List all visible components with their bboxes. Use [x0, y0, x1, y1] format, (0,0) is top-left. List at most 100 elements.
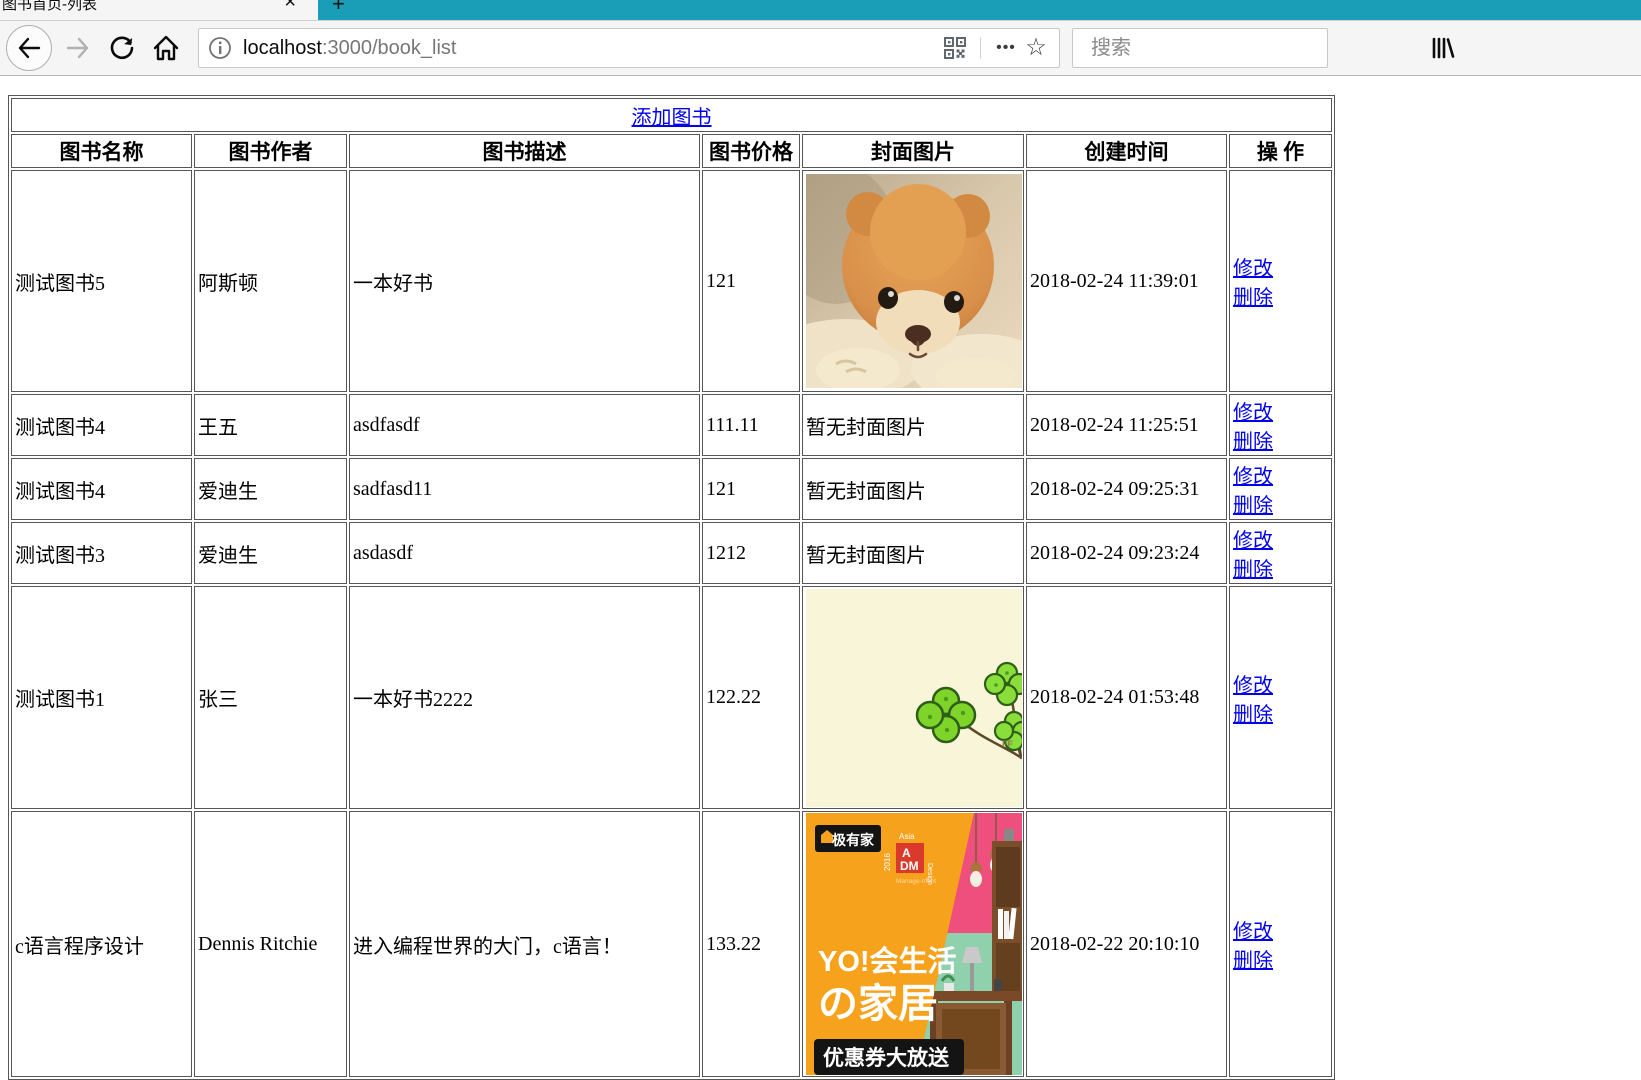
- book-author-cell: 阿斯顿: [194, 170, 347, 392]
- back-button[interactable]: [6, 25, 52, 71]
- add-book-link[interactable]: 添加图书: [632, 107, 712, 129]
- book-name-cell: 测试图书4: [11, 394, 192, 456]
- ad-adm-a: A: [902, 846, 911, 860]
- created-time-cell: 2018-02-24 09:25:31: [1026, 458, 1227, 520]
- ellipsis-icon: •••: [996, 39, 1016, 57]
- url-text: localhost:3000/book_list: [243, 37, 940, 60]
- titlebar-accent: +: [318, 0, 1641, 20]
- no-cover-text: 暂无封面图片: [806, 417, 926, 439]
- page-actions-button[interactable]: •••: [991, 33, 1021, 63]
- new-tab-button[interactable]: +: [332, 0, 345, 12]
- edit-link[interactable]: 修改: [1233, 258, 1273, 280]
- actions-cell: 修改删除: [1229, 811, 1332, 1077]
- qr-extension-button[interactable]: [940, 33, 970, 63]
- delete-link[interactable]: 删除: [1233, 950, 1273, 972]
- book-author-cell: Dennis Ritchie: [194, 811, 347, 1077]
- book-desc-cell: asdfasdf: [349, 394, 700, 456]
- delete-link[interactable]: 删除: [1233, 431, 1273, 453]
- delete-link[interactable]: 删除: [1233, 287, 1273, 309]
- page-content: 添加图书 图书名称图书作者图书描述图书价格封面图片创建时间操 作 测试图书5 阿…: [0, 95, 1641, 1080]
- ad-adm-dm: DM: [900, 859, 919, 873]
- tab-title: 图书首页-列表: [2, 0, 264, 14]
- dog-photo-cover: [806, 174, 1022, 388]
- table-row: 测试图书4 爱迪生 sadfasd11 121 暂无封面图片 2018-02-2…: [11, 458, 1332, 520]
- cover-cell: 暂无封面图片: [802, 458, 1024, 520]
- browser-tab[interactable]: 图书首页-列表 ×: [0, 0, 300, 20]
- column-header: 操 作: [1229, 134, 1332, 168]
- book-desc-cell: 进入编程世界的大门，c语言！: [349, 811, 700, 1077]
- back-arrow-icon: [16, 35, 42, 61]
- ad-mgmt-label: Manage-ment: [896, 878, 936, 885]
- book-price-cell: 121: [702, 458, 800, 520]
- tab-close-icon[interactable]: ×: [284, 0, 296, 12]
- ad-asia-label: Asia: [899, 832, 915, 841]
- book-price-cell: 122.22: [702, 586, 800, 809]
- no-cover-text: 暂无封面图片: [806, 481, 926, 503]
- search-box[interactable]: [1072, 28, 1328, 68]
- column-header: 封面图片: [802, 134, 1024, 168]
- actions-cell: 修改删除: [1229, 586, 1332, 809]
- book-name-cell: 测试图书3: [11, 522, 192, 584]
- table-row: 测试图书1 张三 一本好书2222 122.22 FF 2018-02-24 0…: [11, 586, 1332, 809]
- book-price-cell: 1212: [702, 522, 800, 584]
- url-bar[interactable]: localhost:3000/book_list •••: [198, 28, 1060, 68]
- cover-cell: 暂无封面图片: [802, 394, 1024, 456]
- cover-cell: FF: [802, 586, 1024, 809]
- actions-cell: 修改删除: [1229, 394, 1332, 456]
- book-name-cell: 测试图书1: [11, 586, 192, 809]
- column-header: 图书作者: [194, 134, 347, 168]
- home-icon: [152, 34, 180, 62]
- reload-button[interactable]: [104, 30, 140, 66]
- url-path: :3000/book_list: [322, 37, 457, 59]
- ad-year-label: 2016: [883, 853, 892, 871]
- browser-toolbar: localhost:3000/book_list •••: [0, 20, 1641, 76]
- edit-link[interactable]: 修改: [1233, 466, 1273, 488]
- clover-watermark: FF: [1002, 739, 1013, 749]
- edit-link[interactable]: 修改: [1233, 530, 1273, 552]
- table-row: c语言程序设计 Dennis Ritchie 进入编程世界的大门，c语言！ 13…: [11, 811, 1332, 1077]
- ad-banner-label: 优惠券大放送: [823, 1046, 950, 1070]
- created-time-cell: 2018-02-22 20:10:10: [1026, 811, 1227, 1077]
- table-row: 测试图书5 阿斯顿 一本好书 121 20: [11, 170, 1332, 392]
- book-author-cell: 爱迪生: [194, 458, 347, 520]
- cover-cell: 暂无封面图片: [802, 522, 1024, 584]
- column-header: 创建时间: [1026, 134, 1227, 168]
- book-name-cell: c语言程序设计: [11, 811, 192, 1077]
- edit-link[interactable]: 修改: [1233, 675, 1273, 697]
- column-header: 图书价格: [702, 134, 800, 168]
- edit-link[interactable]: 修改: [1233, 402, 1273, 424]
- edit-link[interactable]: 修改: [1233, 921, 1273, 943]
- delete-link[interactable]: 删除: [1233, 704, 1273, 726]
- ad-headline-line1: YO!会生活: [818, 945, 957, 978]
- qr-code-icon: [944, 37, 966, 59]
- ad-headline-line2: の家居: [818, 982, 938, 1026]
- home-button[interactable]: [148, 30, 184, 66]
- no-cover-text: 暂无封面图片: [806, 545, 926, 567]
- book-desc-cell: sadfasd11: [349, 458, 700, 520]
- ad-brand-label: 极有家: [832, 832, 875, 848]
- delete-link[interactable]: 删除: [1233, 495, 1273, 517]
- forward-button[interactable]: [60, 30, 96, 66]
- url-host: localhost: [243, 37, 322, 59]
- book-desc-cell: 一本好书2222: [349, 586, 700, 809]
- clover-illustration-cover: FF: [806, 589, 1022, 807]
- site-info-icon[interactable]: [207, 35, 233, 61]
- book-price-cell: 111.11: [702, 394, 800, 456]
- library-button[interactable]: [1424, 30, 1460, 66]
- created-time-cell: 2018-02-24 01:53:48: [1026, 586, 1227, 809]
- created-time-cell: 2018-02-24 11:39:01: [1026, 170, 1227, 392]
- actions-cell: 修改删除: [1229, 458, 1332, 520]
- actions-cell: 修改删除: [1229, 170, 1332, 392]
- book-author-cell: 爱迪生: [194, 522, 347, 584]
- book-desc-cell: 一本好书: [349, 170, 700, 392]
- tab-gap: [300, 0, 318, 20]
- book-price-cell: 121: [702, 170, 800, 392]
- bookmark-button[interactable]: ☆: [1021, 33, 1051, 63]
- column-header: 图书名称: [11, 134, 192, 168]
- delete-link[interactable]: 删除: [1233, 559, 1273, 581]
- book-desc-cell: asdasdf: [349, 522, 700, 584]
- search-input[interactable]: [1089, 36, 1358, 61]
- book-name-cell: 测试图书5: [11, 170, 192, 392]
- actions-cell: 修改删除: [1229, 522, 1332, 584]
- add-book-row: 添加图书: [11, 98, 1332, 132]
